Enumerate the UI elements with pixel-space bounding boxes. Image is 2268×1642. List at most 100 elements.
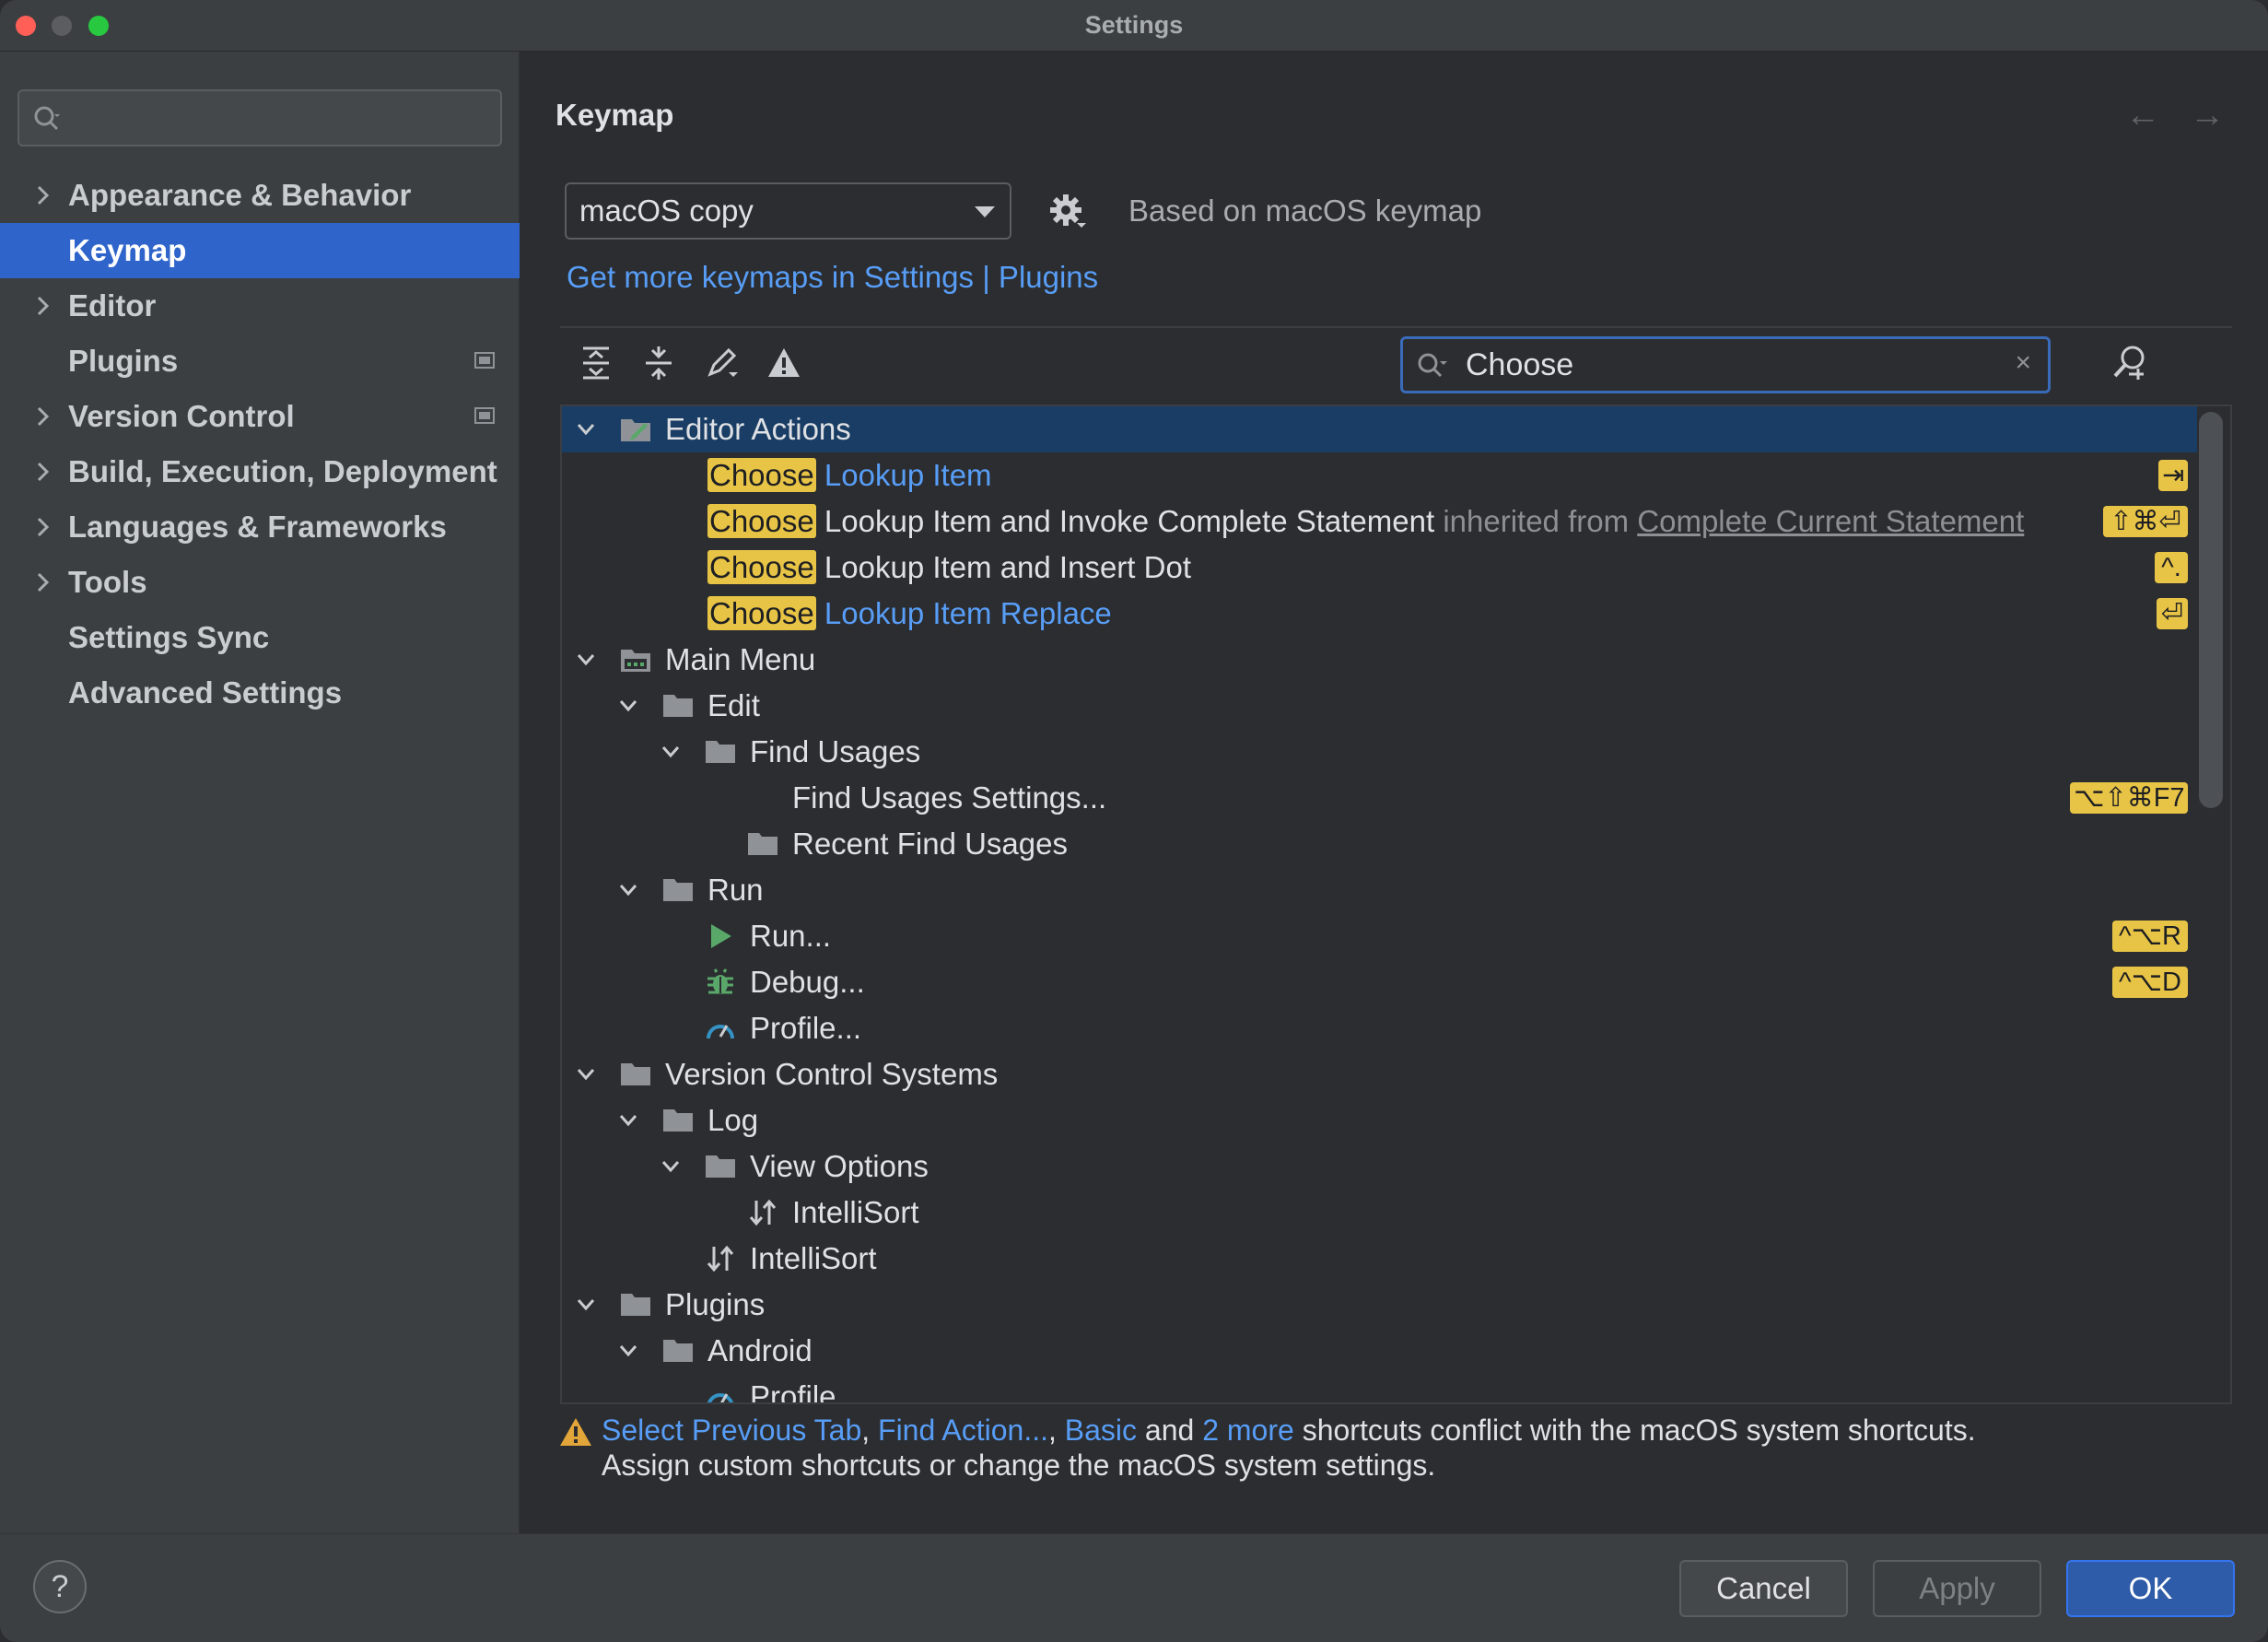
chevron-down-icon [577,654,595,666]
tree-row-label: Lookup Item and Insert Dot [824,550,1191,584]
tree-row-choose-lookup-replace[interactable]: Choose Lookup Item Replace ⏎ [562,591,2197,637]
tree-row-run-group[interactable]: Run [562,867,2197,913]
based-on-label: Based on macOS keymap [1128,194,1482,228]
inherited-label: inherited from [1443,504,1630,538]
tree-row-label: Plugins [665,1287,766,1321]
select-previous-tab-link[interactable]: Select Previous Tab [602,1413,861,1447]
gear-icon[interactable] [1047,192,1088,232]
warning-text: and [1144,1413,1195,1447]
sidebar-item-label: Keymap [68,233,187,267]
tree-row-label: Edit [707,688,760,722]
find-action-link[interactable]: Find Action... [878,1413,1048,1447]
folder-icon [706,741,735,763]
filter-text[interactable] [1466,345,1982,385]
basic-link[interactable]: Basic [1065,1413,1137,1447]
more-keymaps-link[interactable]: Get more keymaps in Settings | Plugins [567,260,1098,295]
two-more-link[interactable]: 2 more [1202,1413,1294,1447]
tree-row-profile[interactable]: Profile... [562,1005,2197,1051]
warning-text: shortcuts conflict with the macOS system… [1302,1413,1976,1447]
search-icon [1418,353,1447,378]
sort-icon [707,1245,734,1273]
sidebar-item-label: Advanced Settings [68,675,343,710]
tree-row-find-usages[interactable]: Find Usages [562,729,2197,775]
shortcut-badge: ⏎ [2157,598,2188,629]
tree-row-editor-actions[interactable]: Editor Actions [562,406,2197,452]
sidebar-item-label: Tools [68,565,147,599]
sidebar-search-input[interactable] [18,89,502,147]
expand-all-icon[interactable] [578,345,614,381]
tree-row-label: IntelliSort [750,1241,877,1275]
tree-row-choose-lookup-dot[interactable]: Choose Lookup Item and Insert Dot ^. [562,545,2197,591]
tree-row-run[interactable]: Run... ^⌥R [562,913,2197,959]
help-button[interactable]: ? [33,1560,87,1613]
tree-row-plugins[interactable]: Plugins [562,1282,2197,1328]
sidebar-item-label: Appearance & Behavior [68,178,412,212]
tree-row-profile-android[interactable]: Profile... [562,1374,2197,1404]
back-arrow-icon[interactable]: ← [2125,96,2160,135]
window-title: Settings [1084,11,1184,39]
tree-row-intellisort-nested[interactable]: IntelliSort [562,1190,2197,1236]
sidebar-item-version-control[interactable]: Version Control [0,389,520,444]
sidebar-item-tools[interactable]: Tools [0,555,520,610]
apply-button[interactable]: Apply [1873,1560,2041,1617]
conflicts-warning-icon[interactable] [766,345,802,381]
tree-row-intellisort[interactable]: IntelliSort [562,1236,2197,1282]
tree-row-label: View Options [750,1149,929,1183]
clear-icon[interactable]: × [2015,347,2031,379]
tree-row-vcs[interactable]: Version Control Systems [562,1051,2197,1097]
keymap-select[interactable]: macOS copy [565,182,1011,240]
tree-row-label: Profile... [750,1379,862,1404]
shortcut-badge: ⇥ [2158,460,2188,491]
ok-button[interactable]: OK [2066,1560,2235,1617]
find-by-shortcut-icon[interactable] [2110,343,2151,383]
sidebar-item-build-execution-deployment[interactable]: Build, Execution, Deployment [0,444,520,499]
sidebar-item-keymap[interactable]: Keymap [0,223,520,278]
tree-row-recent-find-usages[interactable]: Recent Find Usages [562,821,2197,867]
tree-row-label: Lookup Item and Invoke Complete Statemen… [824,504,1435,538]
folder-icon [663,695,693,717]
complete-current-statement-link[interactable]: Complete Current Statement [1637,504,2024,538]
sidebar-item-label: Plugins [68,344,179,378]
project-settings-icon [474,352,495,369]
cancel-button[interactable]: Cancel [1679,1560,1848,1617]
sidebar-item-label: Editor [68,288,157,323]
tree-row-android[interactable]: Android [562,1328,2197,1374]
edit-shortcut-icon[interactable] [703,345,740,381]
main-menu-icon [621,650,650,672]
tree-row-choose-lookup-invoke[interactable]: Choose Lookup Item and Invoke Complete S… [562,498,2197,545]
tree-row-label: Debug... [750,965,865,999]
shortcut-badge: ^⌥R [2112,921,2188,952]
separator: , [861,1413,871,1447]
shortcut-badge: ⌥⇧⌘F7 [2070,782,2188,814]
tree-row-edit[interactable]: Edit [562,683,2197,729]
tree-row-main-menu[interactable]: Main Menu [562,637,2197,683]
tree-scrollbar[interactable] [2199,412,2223,808]
forward-arrow-icon[interactable]: → [2190,96,2225,135]
tree-row-log[interactable]: Log [562,1097,2197,1144]
tree-row-label: Find Usages Settings... [792,780,1107,815]
tree-row-label: Lookup Item Replace [824,596,1112,630]
sidebar-item-plugins[interactable]: Plugins [0,334,520,389]
sidebar-item-label: Version Control [68,399,295,433]
tree-row-find-usages-settings[interactable]: Find Usages Settings... ⌥⇧⌘F7 [562,775,2197,821]
keymap-filter-input[interactable]: × [1400,336,2051,393]
shortcut-badge: ^⌥D [2112,967,2188,998]
sidebar-item-advanced-settings[interactable]: Advanced Settings [0,665,520,721]
folder-icon [663,1109,693,1132]
tree-row-choose-lookup-item[interactable]: Choose Lookup Item ⇥ [562,452,2197,498]
dialog-footer: ? Cancel Apply OK [0,1533,2268,1642]
sidebar-item-editor[interactable]: Editor [0,278,520,334]
tree-row-debug[interactable]: Debug... ^⌥D [562,959,2197,1005]
folder-icon [748,833,777,855]
collapse-all-icon[interactable] [640,345,677,381]
folder-icon [706,1155,735,1178]
chevron-right-icon [37,572,50,592]
sidebar-item-appearance-behavior[interactable]: Appearance & Behavior [0,168,520,223]
separator: , [1048,1413,1057,1447]
match-highlight: Choose [707,550,816,584]
sidebar-item-languages-frameworks[interactable]: Languages & Frameworks [0,499,520,555]
match-highlight: Choose [707,504,816,538]
tree-row-view-options[interactable]: View Options [562,1144,2197,1190]
keymap-tree[interactable]: Editor Actions Choose Lookup Item ⇥ Choo… [560,405,2232,1404]
sidebar-item-settings-sync[interactable]: Settings Sync [0,610,520,665]
